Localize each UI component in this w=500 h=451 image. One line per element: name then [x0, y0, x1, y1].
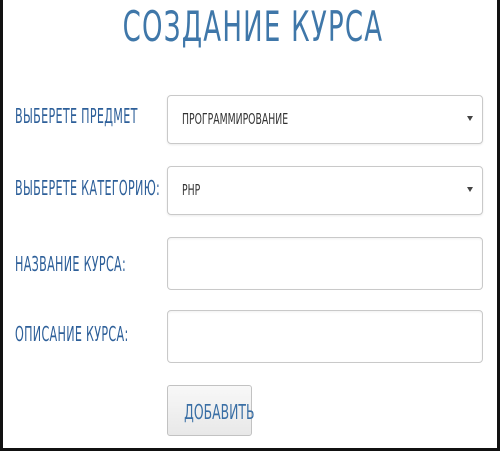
- chevron-down-icon: [467, 116, 473, 121]
- course-name-input[interactable]: [167, 237, 483, 290]
- add-button[interactable]: ДОБАВИТЬ: [167, 385, 255, 436]
- subject-select-value: ПРОГРАММИРОВАНИЕ: [182, 110, 289, 128]
- category-label: ВЫБЕРЕТЕ КАТЕГОРИЮ:: [15, 176, 161, 200]
- course-description-label: ОПИСАНИЕ КУРСА:: [15, 322, 129, 346]
- category-select[interactable]: PHP: [167, 166, 483, 215]
- course-description-input[interactable]: [167, 310, 483, 363]
- page-title: СОЗДАНИЕ КУРСА: [122, 2, 384, 51]
- category-select-value: PHP: [182, 181, 201, 199]
- subject-select[interactable]: ПРОГРАММИРОВАНИЕ: [167, 95, 483, 144]
- chevron-down-icon: [467, 187, 473, 192]
- subject-label: ВЫБЕРЕТЕ ПРЕДМЕТ: [15, 104, 138, 128]
- add-button-label: ДОБАВИТЬ: [184, 400, 255, 424]
- course-name-label: НАЗВАНИЕ КУРСА:: [15, 252, 127, 276]
- page-frame: СОЗДАНИЕ КУРСА ВЫБЕРЕТЕ ПРЕДМЕТ ПРОГРАММ…: [0, 0, 500, 451]
